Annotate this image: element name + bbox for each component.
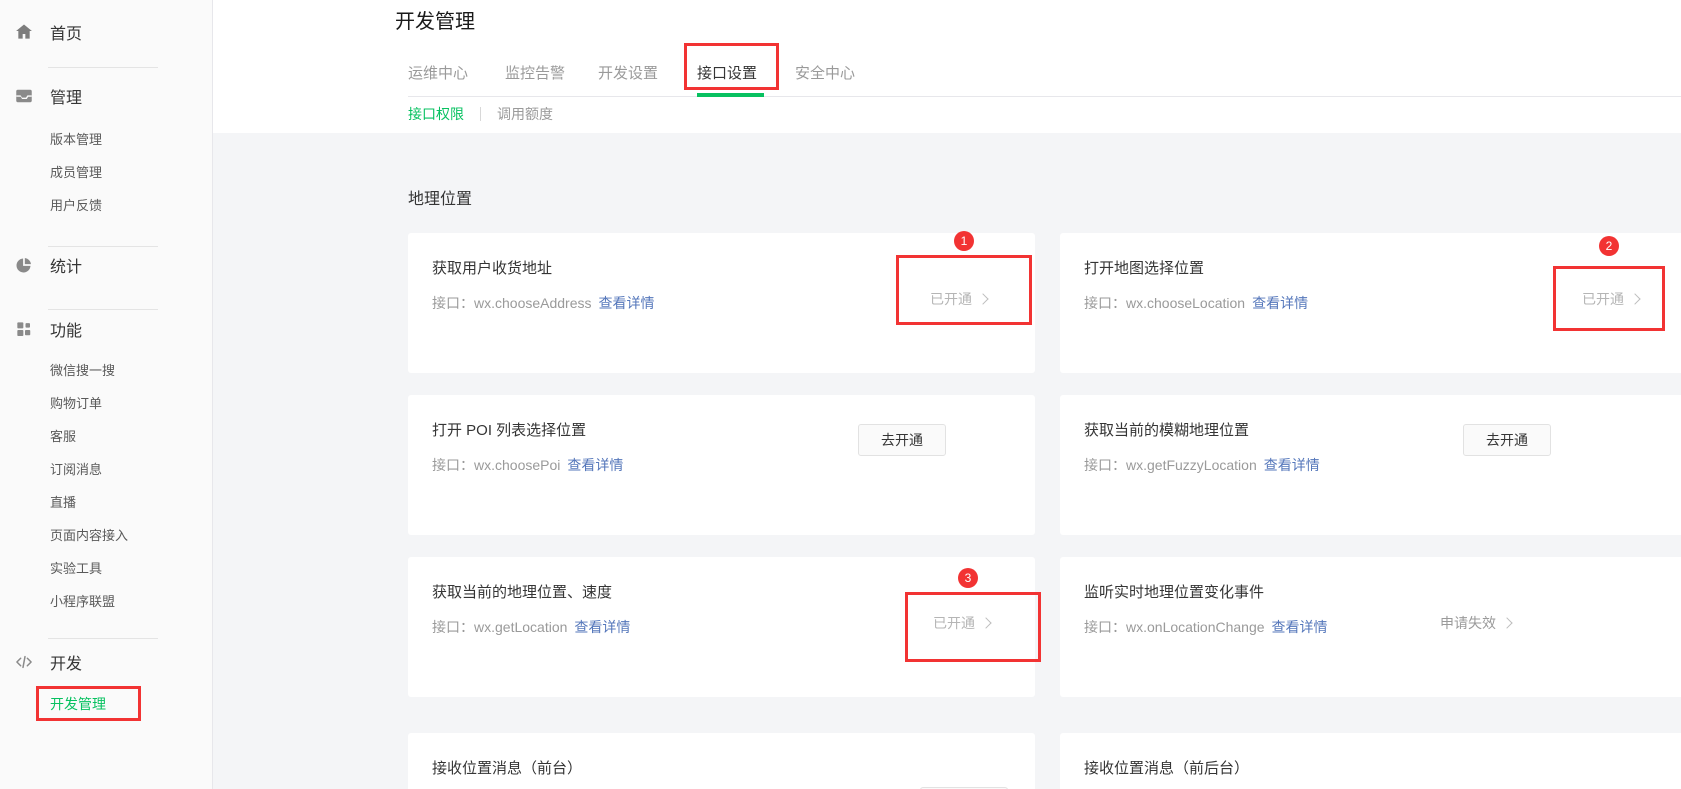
api-label: 接口：	[432, 619, 474, 635]
view-details-link[interactable]: 查看详情	[1264, 457, 1320, 473]
open-api-button[interactable]: 去开通	[858, 424, 946, 456]
sidebar-group-home[interactable]: 首页	[0, 20, 212, 44]
api-label: 接口：	[432, 457, 474, 473]
sidebar-item-订阅消息[interactable]: 订阅消息	[50, 463, 212, 477]
status-opened[interactable]: 已开通	[930, 289, 987, 309]
sidebar-group-label: 开发	[50, 650, 82, 674]
sidebar-item-版本管理[interactable]: 版本管理	[50, 133, 212, 147]
tab-运维中心[interactable]: 运维中心	[408, 62, 468, 83]
sidebar-item-成员管理[interactable]: 成员管理	[50, 166, 212, 180]
subtab-接口权限[interactable]: 接口权限	[408, 104, 464, 124]
card-title: 获取当前的模糊地理位置	[1084, 419, 1249, 440]
api-card: 监听实时地理位置变化事件接口：wx.onLocationChange 查看详情 申请…	[1060, 557, 1681, 697]
tab-监控告警[interactable]: 监控告警	[505, 62, 565, 83]
api-card: 接收位置消息（前后台）	[1060, 733, 1681, 789]
sidebar-item-客服[interactable]: 客服	[50, 430, 212, 444]
sidebar-divider	[48, 246, 158, 247]
card-api-line: 接口：wx.getFuzzyLocation 查看详情	[1084, 455, 1320, 475]
card-title: 监听实时地理位置变化事件	[1084, 581, 1264, 602]
card-title: 接收位置消息（前后台）	[1084, 757, 1249, 778]
api-label: 接口：	[432, 295, 474, 311]
card-title: 获取用户收货地址	[432, 257, 552, 278]
section-heading: 地理位置	[408, 185, 472, 209]
code-icon	[14, 652, 34, 672]
status-opened[interactable]: 已开通	[933, 613, 990, 633]
tab-border	[408, 96, 1681, 97]
view-details-link[interactable]: 查看详情	[567, 457, 623, 473]
sidebar-item-实验工具[interactable]: 实验工具	[50, 562, 212, 576]
card-api-line: 接口：wx.chooseAddress 查看详情	[432, 293, 655, 313]
sidebar-group-label: 统计	[50, 253, 82, 277]
sidebar-group-pie-chart[interactable]: 统计	[0, 253, 212, 277]
sidebar-group-label: 功能	[50, 317, 82, 341]
status-opened[interactable]: 已开通	[1582, 289, 1639, 309]
view-details-link[interactable]: 查看详情	[599, 295, 655, 311]
active-tab-underline	[697, 93, 764, 97]
card-api-line: 接口：wx.chooseLocation 查看详情	[1084, 293, 1308, 313]
sidebar-item-购物订单[interactable]: 购物订单	[50, 397, 212, 411]
sidebar-group-grid[interactable]: 功能	[0, 317, 212, 341]
chevron-right-icon	[977, 293, 988, 304]
chevron-right-icon	[1501, 617, 1512, 628]
api-card: 获取当前的模糊地理位置接口：wx.getFuzzyLocation 查看详情 去开通	[1060, 395, 1681, 535]
sidebar-item-微信搜一搜[interactable]: 微信搜一搜	[50, 364, 212, 378]
sidebar-item-小程序联盟[interactable]: 小程序联盟	[50, 595, 212, 609]
api-label: 接口：	[1084, 619, 1126, 635]
sidebar-divider	[48, 67, 158, 68]
api-name: wx.onLocationChange	[1126, 619, 1265, 635]
sidebar-group-label: 管理	[50, 84, 82, 108]
card-api-line: 接口：wx.onLocationChange 查看详情	[1084, 617, 1328, 637]
api-card: 打开 POI 列表选择位置接口：wx.choosePoi 查看详情 去开通	[408, 395, 1035, 535]
api-name: wx.choosePoi	[474, 457, 560, 473]
subtab-调用额度[interactable]: 调用额度	[497, 104, 553, 124]
card-api-line: 接口：wx.getLocation 查看详情	[432, 617, 630, 637]
sidebar-item-开发管理[interactable]: 开发管理	[50, 697, 106, 711]
sidebar-item-页面内容接入[interactable]: 页面内容接入	[50, 529, 212, 543]
sidebar-item-直播[interactable]: 直播	[50, 496, 212, 510]
content-header: 开发管理 运维中心监控告警开发设置接口设置安全中心 接口权限调用额度	[213, 0, 1681, 133]
view-details-link[interactable]: 查看详情	[1272, 619, 1328, 635]
home-icon	[14, 22, 34, 42]
card-title: 获取当前的地理位置、速度	[432, 581, 612, 602]
inbox-icon	[14, 86, 34, 106]
tab-安全中心[interactable]: 安全中心	[795, 62, 855, 83]
sidebar-group-label: 首页	[50, 20, 82, 44]
api-card: 获取用户收货地址接口：wx.chooseAddress 查看详情 已开通	[408, 233, 1035, 373]
mini-program-console: 首页管理版本管理成员管理用户反馈统计功能微信搜一搜购物订单客服订阅消息直播页面内…	[0, 0, 1681, 789]
content-body: 地理位置 获取用户收货地址接口：wx.chooseAddress查看详情已开通打…	[213, 133, 1681, 789]
subtab-divider	[480, 107, 481, 121]
api-card: 接收位置消息（前台）	[408, 733, 1035, 789]
sidebar: 首页管理版本管理成员管理用户反馈统计功能微信搜一搜购物订单客服订阅消息直播页面内…	[0, 0, 213, 789]
sidebar-group-code[interactable]: 开发	[0, 650, 212, 674]
card-api-line: 接口：wx.choosePoi 查看详情	[432, 455, 623, 475]
sidebar-group-inbox[interactable]: 管理	[0, 84, 212, 108]
chevron-right-icon	[1629, 293, 1640, 304]
annotation-box-tab	[684, 43, 779, 90]
tab-开发设置[interactable]: 开发设置	[598, 62, 658, 83]
api-name: wx.getLocation	[474, 619, 567, 635]
annotation-box-sidebar: 开发管理	[36, 686, 141, 721]
chevron-right-icon	[980, 617, 991, 628]
sidebar-item-用户反馈[interactable]: 用户反馈	[50, 199, 212, 213]
api-label: 接口：	[1084, 457, 1126, 473]
card-title: 打开 POI 列表选择位置	[432, 419, 586, 440]
sidebar-divider	[48, 638, 158, 639]
api-name: wx.chooseAddress	[474, 295, 592, 311]
api-name: wx.chooseLocation	[1126, 295, 1245, 311]
api-name: wx.getFuzzyLocation	[1126, 457, 1257, 473]
open-api-button[interactable]: 去开通	[1463, 424, 1551, 456]
page-title: 开发管理	[395, 5, 475, 34]
view-details-link[interactable]: 查看详情	[574, 619, 630, 635]
card-title: 接收位置消息（前台）	[432, 757, 582, 778]
api-card: 获取当前的地理位置、速度接口：wx.getLocation 查看详情 已开通	[408, 557, 1035, 697]
grid-icon	[14, 319, 34, 339]
sidebar-divider	[48, 309, 158, 310]
view-details-link[interactable]: 查看详情	[1252, 295, 1308, 311]
api-card: 打开地图选择位置接口：wx.chooseLocation 查看详情 已开通	[1060, 233, 1681, 373]
card-title: 打开地图选择位置	[1084, 257, 1204, 278]
pie-chart-icon	[14, 255, 34, 275]
status-expired[interactable]: 申请失效	[1440, 613, 1511, 633]
api-label: 接口：	[1084, 295, 1126, 311]
